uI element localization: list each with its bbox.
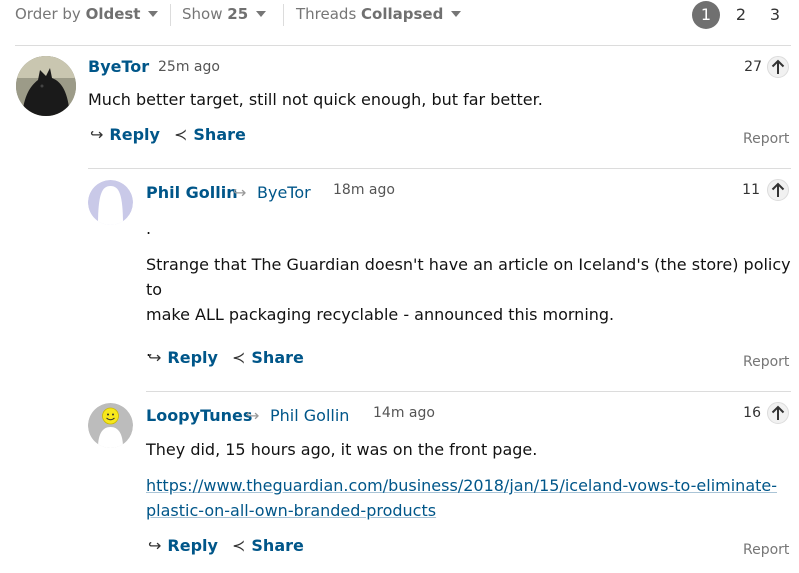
share-label: Share bbox=[251, 348, 304, 367]
comment-text: Much better target, still not quick enou… bbox=[88, 90, 543, 109]
share-icon: ≺ bbox=[174, 125, 188, 144]
comment-text: make ALL packaging recyclable - announce… bbox=[146, 305, 615, 324]
reply-arrow-icon: ↪ bbox=[90, 125, 104, 144]
share-label: Share bbox=[251, 536, 304, 555]
comment-text: They did, 15 hours ago, it was on the fr… bbox=[146, 440, 538, 459]
report-link[interactable]: Report bbox=[743, 542, 789, 558]
reply-arrow-icon: ↪ bbox=[148, 348, 162, 367]
avatar-image bbox=[16, 56, 76, 116]
vote-count: 27 bbox=[744, 59, 762, 75]
report-link[interactable]: Report bbox=[743, 131, 789, 147]
comment-text: . bbox=[146, 219, 152, 238]
comment-body: . Strange that The Guardian doesn't have… bbox=[146, 216, 796, 363]
reply-to-arrow-icon: ↪ bbox=[246, 406, 260, 425]
avatar[interactable] bbox=[88, 403, 133, 448]
author-name[interactable]: LoopyTunes bbox=[146, 406, 252, 425]
share-label: Share bbox=[193, 125, 246, 144]
reply-label: Reply bbox=[109, 125, 160, 144]
link-text-line[interactable]: plastic-on-all-own-branded-products bbox=[146, 501, 436, 520]
threads-select[interactable]: Threads Collapsed bbox=[296, 5, 462, 23]
reply-arrow-icon: ↪ bbox=[148, 536, 162, 555]
comment-body: Much better target, still not quick enou… bbox=[88, 87, 543, 112]
chevron-down-icon bbox=[148, 10, 159, 17]
show-select[interactable]: Show 25 bbox=[182, 5, 267, 23]
vote-count: 11 bbox=[742, 182, 760, 198]
comment-controls: Order by Oldest Show 25 Threads Collapse… bbox=[0, 0, 799, 32]
comment-body: They did, 15 hours ago, it was on the fr… bbox=[146, 437, 796, 523]
recommend-button[interactable] bbox=[767, 56, 789, 78]
divider bbox=[170, 4, 171, 26]
page-3-button[interactable]: 3 bbox=[761, 1, 789, 29]
author-name[interactable]: ByeTor bbox=[88, 57, 149, 76]
page-2-button[interactable]: 2 bbox=[727, 1, 755, 29]
smiley-avatar-icon bbox=[88, 403, 133, 448]
reply-label: Reply bbox=[167, 536, 218, 555]
divider bbox=[283, 4, 284, 26]
article-link[interactable]: https://www.theguardian.com/business/201… bbox=[146, 473, 796, 523]
chevron-down-icon bbox=[256, 10, 267, 17]
share-button[interactable]: ≺ Share bbox=[174, 125, 246, 144]
reply-button[interactable]: ↪ Reply bbox=[90, 125, 160, 144]
reply-label: Reply bbox=[167, 348, 218, 367]
show-label: Show bbox=[182, 5, 223, 23]
share-icon: ≺ bbox=[232, 536, 246, 555]
in-reply-to-link[interactable]: Phil Gollin bbox=[270, 406, 349, 425]
avatar[interactable] bbox=[16, 56, 76, 116]
avatar[interactable] bbox=[88, 180, 133, 225]
divider bbox=[88, 168, 791, 169]
threads-label: Threads bbox=[296, 5, 357, 23]
page-1-button[interactable]: 1 bbox=[692, 1, 720, 29]
order-by-value: Oldest bbox=[85, 5, 141, 23]
order-by-label: Order by bbox=[15, 5, 81, 23]
reply-button[interactable]: ↪ Reply bbox=[148, 536, 218, 555]
timestamp[interactable]: 14m ago bbox=[373, 405, 435, 421]
link-text-line[interactable]: https://www.theguardian.com/business/201… bbox=[146, 476, 777, 495]
share-button[interactable]: ≺ Share bbox=[232, 348, 304, 367]
reply-to-arrow-icon: ↪ bbox=[233, 183, 247, 202]
order-by-select[interactable]: Order by Oldest bbox=[15, 5, 159, 23]
comment-text: Strange that The Guardian doesn't have a… bbox=[146, 255, 791, 299]
share-icon: ≺ bbox=[232, 348, 246, 367]
author-name[interactable]: Phil Gollin bbox=[146, 183, 238, 202]
divider bbox=[15, 45, 791, 46]
arrow-up-icon bbox=[767, 402, 789, 424]
chevron-down-icon bbox=[451, 10, 462, 17]
vote-count: 16 bbox=[743, 405, 761, 421]
arrow-up-icon bbox=[767, 56, 789, 78]
in-reply-to-link[interactable]: ByeTor bbox=[257, 183, 311, 202]
recommend-button[interactable] bbox=[767, 179, 789, 201]
timestamp[interactable]: 25m ago bbox=[158, 59, 220, 75]
share-button[interactable]: ≺ Share bbox=[232, 536, 304, 555]
arrow-up-icon bbox=[767, 179, 789, 201]
show-value: 25 bbox=[227, 5, 249, 23]
report-link[interactable]: Report bbox=[743, 354, 789, 370]
timestamp[interactable]: 18m ago bbox=[333, 182, 395, 198]
default-avatar-icon bbox=[88, 180, 133, 225]
recommend-button[interactable] bbox=[767, 402, 789, 424]
threads-value: Collapsed bbox=[361, 5, 444, 23]
divider bbox=[146, 391, 791, 392]
reply-button[interactable]: ↪ Reply bbox=[148, 348, 218, 367]
